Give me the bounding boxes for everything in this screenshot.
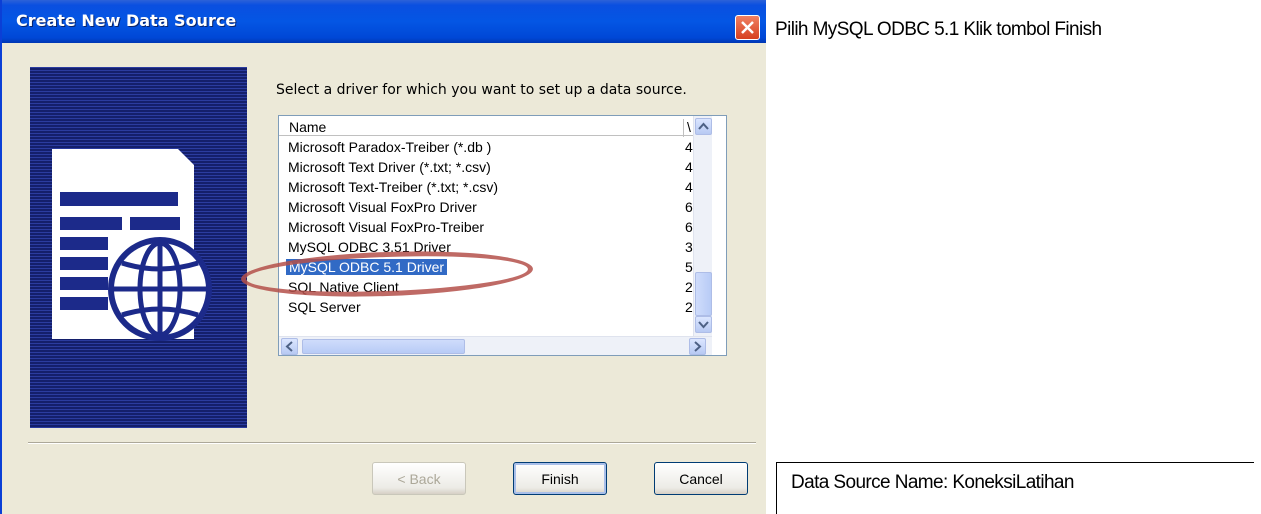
- driver-name: Microsoft Visual FoxPro-Treiber: [288, 219, 485, 235]
- list-item[interactable]: Microsoft Paradox-Treiber (*.db ) 4: [279, 138, 693, 158]
- driver-version: 2: [685, 279, 693, 295]
- column-header-name[interactable]: Name: [289, 119, 326, 135]
- vertical-scrollbar[interactable]: [693, 116, 712, 336]
- cancel-button[interactable]: Cancel: [654, 462, 748, 495]
- data-source-globe-icon: [52, 149, 212, 341]
- wizard-banner-image: [30, 67, 247, 428]
- data-source-name-caption: Data Source Name: KoneksiLatihan: [791, 472, 1074, 493]
- horizontal-scroll-thumb[interactable]: [302, 339, 465, 354]
- scroll-left-button[interactable]: [281, 338, 298, 355]
- chevron-down-icon: [698, 321, 709, 329]
- data-source-name-caption-box: Data Source Name: KoneksiLatihan: [776, 462, 1254, 514]
- driver-version: 4: [685, 139, 693, 155]
- driver-version: 4: [685, 179, 693, 195]
- list-item[interactable]: Microsoft Visual FoxPro-Treiber 6: [279, 218, 693, 238]
- driver-version: 5: [685, 259, 693, 275]
- back-button[interactable]: < Back: [372, 462, 466, 495]
- finish-button[interactable]: Finish: [513, 462, 607, 495]
- list-item[interactable]: SQL Server 2: [279, 298, 693, 318]
- driver-version: 4: [685, 159, 693, 175]
- chevron-right-icon: [694, 341, 702, 352]
- window-title: Create New Data Source: [16, 11, 237, 30]
- driver-name: Microsoft Visual FoxPro Driver: [288, 199, 477, 215]
- driver-version: 6: [685, 219, 693, 235]
- scroll-right-button[interactable]: [689, 338, 706, 355]
- list-item[interactable]: Microsoft Text Driver (*.txt; *.csv) 4: [279, 158, 693, 178]
- create-data-source-dialog: Create New Data Source Select a driver f…: [0, 0, 766, 514]
- driver-name: Microsoft Text-Treiber (*.txt; *.csv): [288, 179, 499, 195]
- driver-list[interactable]: Name \ Microsoft Paradox-Treiber (*.db )…: [278, 115, 727, 356]
- list-header: Name \: [279, 116, 693, 137]
- title-bar[interactable]: Create New Data Source: [2, 0, 766, 43]
- horizontal-scrollbar[interactable]: [279, 336, 712, 355]
- scroll-up-button[interactable]: [695, 118, 712, 135]
- driver-name: Microsoft Text Driver (*.txt; *.csv): [288, 159, 491, 175]
- close-icon: [741, 21, 754, 34]
- driver-version: 2: [685, 299, 693, 315]
- column-header-version[interactable]: \: [683, 119, 691, 137]
- dialog-divider: [28, 442, 756, 444]
- driver-version: 3: [685, 239, 693, 255]
- scroll-down-button[interactable]: [695, 316, 712, 333]
- chevron-up-icon: [698, 122, 709, 130]
- list-item[interactable]: Microsoft Text-Treiber (*.txt; *.csv) 4: [279, 178, 693, 198]
- driver-version: 6: [685, 199, 693, 215]
- chevron-left-icon: [285, 341, 293, 352]
- instruction-text: Select a driver for which you want to se…: [276, 82, 687, 98]
- list-item[interactable]: Microsoft Visual FoxPro Driver 6: [279, 198, 693, 218]
- instruction-caption: Pilih MySQL ODBC 5.1 Klik tombol Finish: [775, 19, 1102, 40]
- driver-name: SQL Server: [288, 299, 361, 315]
- driver-name: Microsoft Paradox-Treiber (*.db ): [288, 139, 492, 155]
- vertical-scroll-thumb[interactable]: [695, 272, 712, 316]
- close-button[interactable]: [735, 15, 760, 40]
